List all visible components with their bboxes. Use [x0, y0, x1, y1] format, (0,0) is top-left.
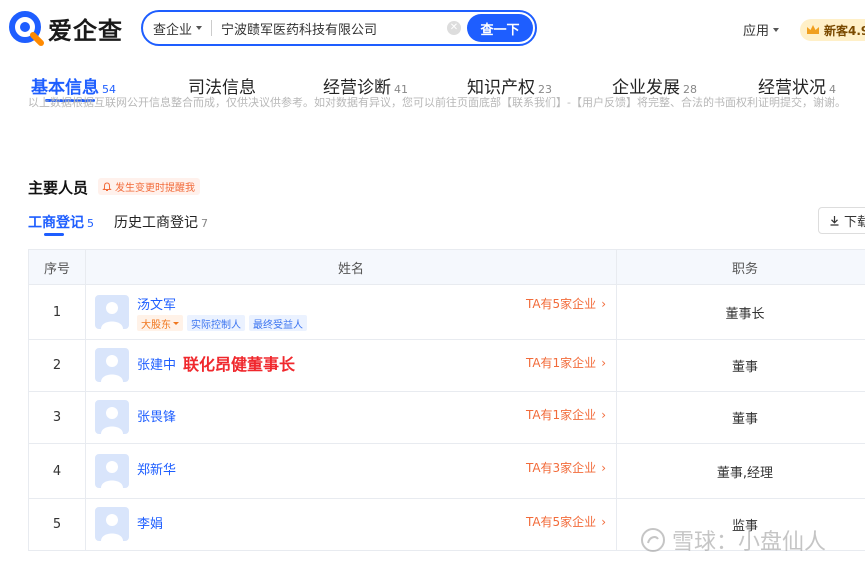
enterprise-count-label: TA有5家企业 — [525, 297, 597, 311]
top-bar: 爱企查 查企业 ✕ 查一下 应用 新客4.9 — [0, 0, 865, 56]
table-row: 3 张畏锋 TA有1家企业 › 董事 — [28, 391, 865, 444]
person-cell: 张畏锋 TA有1家企业 › — [85, 391, 617, 444]
row-index: 3 — [28, 391, 86, 444]
enterprise-count-link[interactable]: TA有1家企业 › — [526, 354, 606, 371]
person-silhouette-icon — [101, 355, 123, 382]
search-type-select[interactable]: 查企业 — [143, 19, 203, 38]
avatar[interactable] — [95, 507, 129, 541]
data-disclaimer: 以上数据根据互联网公开信息整合而成，仅供决议供参考。如对数据有异议，您可以前往页… — [28, 96, 846, 108]
enterprise-count-link[interactable]: TA有1家企业 › — [526, 406, 606, 423]
key-personnel-table: 序号 姓名 职务 1 汤文军 大股东 实际控制人 最终受益人 TA有5家企业 ›… — [28, 249, 865, 551]
enterprise-count-label: TA有3家企业 — [525, 461, 597, 475]
subtab-label: 历史工商登记 — [114, 215, 198, 231]
row-index: 5 — [28, 498, 86, 551]
column-header-position: 职务 — [616, 249, 865, 285]
person-silhouette-icon — [101, 461, 123, 488]
enterprise-count-link[interactable]: TA有5家企业 › — [526, 295, 606, 312]
chevron-down-icon — [173, 321, 179, 325]
search-type-label: 查企业 — [153, 22, 193, 38]
table-row: 4 郑新华 TA有3家企业 › 董事,经理 — [28, 443, 865, 499]
change-reminder-label: 发生变更时提醒我 — [115, 183, 195, 194]
promo-label: 新客4.9 — [824, 23, 865, 38]
person-silhouette-icon — [101, 302, 123, 329]
chevron-right-icon: › — [601, 296, 606, 311]
logo[interactable]: 爱企查 — [8, 10, 123, 46]
chevron-right-icon: › — [601, 407, 606, 422]
person-name-link[interactable]: 张畏锋 — [137, 406, 176, 425]
table-header-row: 序号 姓名 职务 — [28, 249, 865, 285]
enterprise-count-label: TA有5家企业 — [525, 515, 597, 529]
watermark: 雪球：小盘仙人 — [640, 524, 826, 556]
person-silhouette-icon — [101, 407, 123, 434]
logo-q-icon — [9, 11, 44, 46]
download-icon — [830, 216, 839, 226]
person-name-link[interactable]: 汤文军 — [137, 294, 176, 313]
watermark-text: 雪球：小盘仙人 — [672, 530, 827, 555]
subtab-count: 5 — [87, 217, 94, 230]
person-cell: 张建中 联化昂健董事长 TA有1家企业 › — [85, 339, 617, 392]
person-position: 董事 — [616, 391, 865, 444]
enterprise-count-label: TA有1家企业 — [525, 356, 597, 370]
person-name-link[interactable]: 李娟 — [137, 513, 163, 532]
clear-icon[interactable]: ✕ — [447, 21, 461, 35]
download-label: 下载 — [844, 215, 865, 230]
red-annotation: 联化昂健董事长 — [183, 355, 296, 374]
search-button[interactable]: 查一下 — [467, 14, 533, 42]
table-row: 2 张建中 联化昂健董事长 TA有1家企业 › 董事 — [28, 339, 865, 392]
bell-icon — [102, 181, 112, 191]
person-position: 董事长 — [616, 284, 865, 340]
search-divider — [211, 20, 213, 36]
chevron-right-icon: › — [601, 514, 606, 529]
search-box: 查企业 ✕ 查一下 — [141, 10, 537, 46]
app-menu[interactable]: 应用 — [743, 20, 780, 39]
enterprise-count-link[interactable]: TA有3家企业 › — [526, 459, 606, 476]
column-header-name: 姓名 — [85, 249, 617, 285]
person-name-link[interactable]: 郑新华 — [137, 459, 176, 478]
person-name-link[interactable]: 张建中 — [137, 354, 176, 373]
chevron-down-icon — [773, 27, 780, 32]
tag-label: 大股东 — [141, 319, 171, 331]
chevron-right-icon: › — [601, 355, 606, 370]
person-position: 董事,经理 — [616, 443, 865, 499]
table-row: 1 汤文军 大股东 实际控制人 最终受益人 TA有5家企业 › 董事长 — [28, 284, 865, 340]
snowball-logo-icon — [641, 528, 665, 552]
crown-icon — [807, 25, 819, 34]
subtab-history-registration[interactable]: 历史工商登记 7 — [114, 212, 208, 232]
subtab-count: 7 — [201, 217, 208, 230]
tag-actual-controller: 实际控制人 — [187, 315, 245, 331]
tag-major-shareholder[interactable]: 大股东 — [137, 315, 183, 331]
person-cell: 李娟 TA有5家企业 › — [85, 498, 617, 551]
section-title: 主要人员 — [28, 179, 89, 197]
app-menu-label: 应用 — [743, 24, 770, 39]
person-cell: 郑新华 TA有3家企业 › — [85, 443, 617, 499]
enterprise-count-label: TA有1家企业 — [525, 408, 597, 422]
avatar[interactable] — [95, 454, 129, 488]
tag-ultimate-beneficiary: 最终受益人 — [249, 315, 307, 331]
row-index: 4 — [28, 443, 86, 499]
search-input[interactable] — [221, 20, 452, 36]
chevron-right-icon: › — [601, 460, 606, 475]
avatar[interactable] — [95, 400, 129, 434]
avatar[interactable] — [95, 348, 129, 382]
subtab-business-registration[interactable]: 工商登记 5 — [28, 212, 94, 232]
person-tags: 大股东 实际控制人 最终受益人 — [137, 315, 307, 331]
enterprise-count-link[interactable]: TA有5家企业 › — [526, 513, 606, 530]
row-index: 1 — [28, 284, 86, 340]
active-subtab-underline — [44, 233, 64, 236]
download-button[interactable]: 下载 — [818, 207, 865, 234]
column-header-index: 序号 — [28, 249, 86, 285]
subtab-label: 工商登记 — [28, 215, 84, 231]
promo-badge[interactable]: 新客4.9 — [800, 19, 865, 41]
logo-text: 爱企查 — [48, 16, 123, 45]
avatar[interactable] — [95, 295, 129, 329]
row-index: 2 — [28, 339, 86, 392]
change-reminder-button[interactable]: 发生变更时提醒我 — [98, 178, 200, 195]
person-position: 董事 — [616, 339, 865, 392]
person-cell: 汤文军 大股东 实际控制人 最终受益人 TA有5家企业 › — [85, 284, 617, 340]
chevron-down-icon — [196, 26, 203, 30]
person-silhouette-icon — [101, 514, 123, 541]
